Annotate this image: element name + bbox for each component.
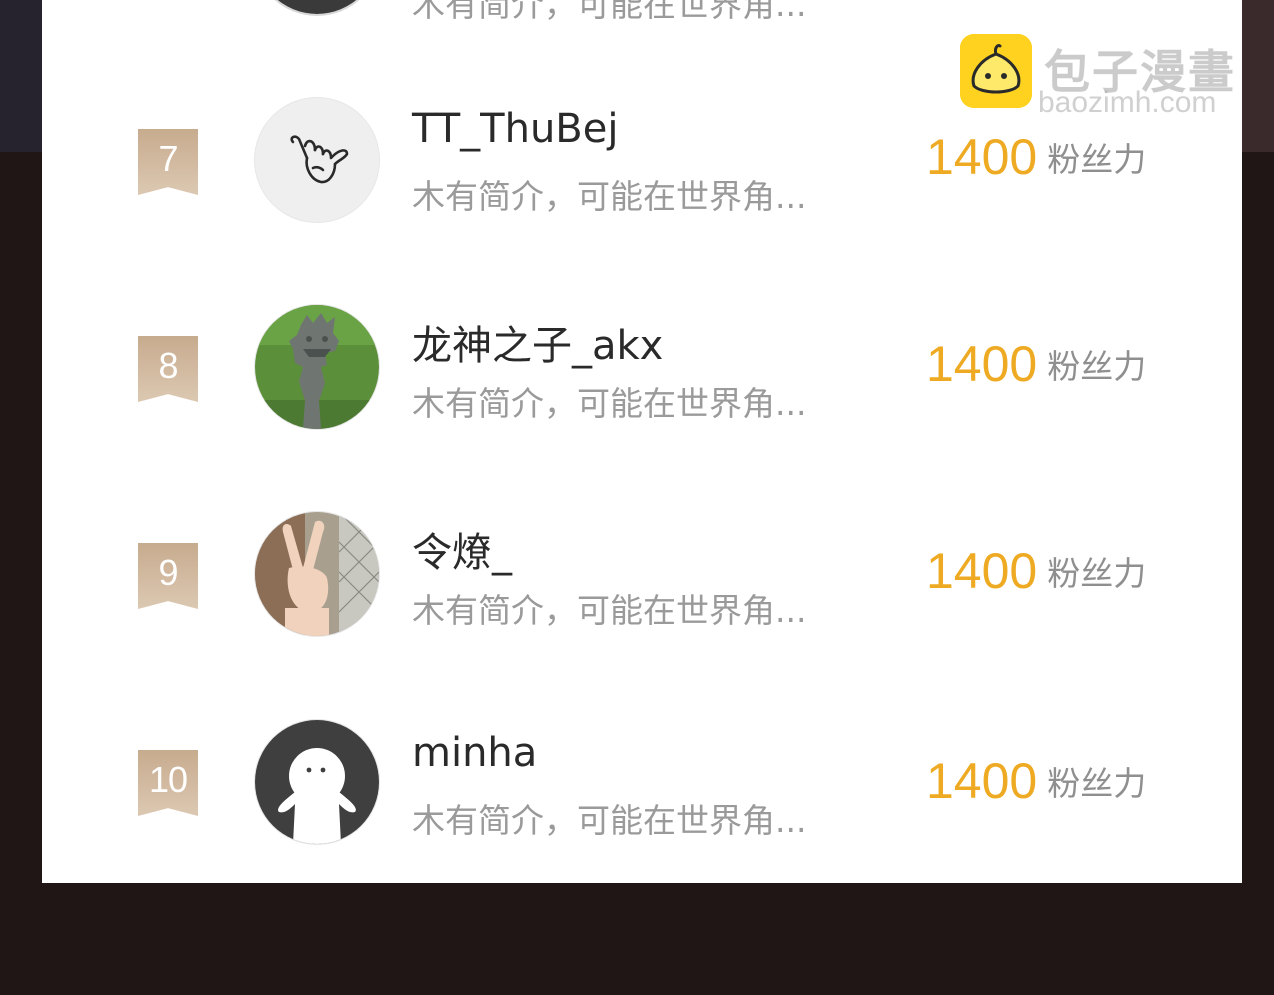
fan-power-score: 1400 粉丝力: [926, 752, 1146, 810]
fan-power-score: 1400 粉丝力: [926, 335, 1146, 393]
user-name[interactable]: 令燎_: [412, 520, 512, 578]
watermark-url: baozimh.com: [1038, 86, 1217, 119]
score-value: 1400: [926, 543, 1038, 599]
fan-power-score: 1400 粉丝力: [926, 542, 1146, 600]
previous-row-bio: 木有简介，可能在世界角...: [412, 0, 807, 24]
ghost-figure-icon[interactable]: [255, 720, 379, 844]
ranking-row[interactable]: 10 minha 木有简介，可能在世界角... 1400 粉丝力: [42, 720, 1242, 883]
score-label: 粉丝力: [1047, 554, 1147, 593]
user-name[interactable]: 龙神之子_akx: [412, 313, 663, 371]
rank-badge: 10: [138, 750, 198, 816]
score-value: 1400: [926, 129, 1038, 185]
score-value: 1400: [926, 336, 1038, 392]
rank-badge: 7: [138, 129, 198, 195]
ranking-row[interactable]: 8 龙神之子_akx 木有简介，可能在世界角... 1400 粉丝力: [42, 305, 1242, 512]
score-label: 粉丝力: [1047, 140, 1147, 179]
fan-power-score: 1400 粉丝力: [926, 128, 1146, 186]
user-bio: 木有简介，可能在世界角...: [412, 384, 807, 423]
watermark: 包子漫畫 baozimh.com: [958, 32, 1258, 122]
user-name[interactable]: minha: [412, 730, 537, 776]
rank-badge: 8: [138, 336, 198, 402]
ranking-row[interactable]: 9 令燎_ 木有简介，可能在世界角... 1400 粉丝力: [42, 512, 1242, 719]
ranking-row[interactable]: 7 TT_ThuBej 木有简介，可能在世界角... 1400 粉丝力: [42, 98, 1242, 305]
score-label: 粉丝力: [1047, 347, 1147, 386]
score-label: 粉丝力: [1047, 764, 1147, 803]
fan-ranking-panel: 木有简介，可能在世界角... 7 TT_ThuBej 木有简介，可能在世界角..…: [42, 0, 1242, 883]
peace-sign-hand-photo[interactable]: [255, 512, 379, 636]
user-bio: 木有简介，可能在世界角...: [412, 801, 807, 840]
user-bio: 木有简介，可能在世界角...: [412, 177, 807, 216]
rank-badge: 9: [138, 543, 198, 609]
score-value: 1400: [926, 753, 1038, 809]
previous-row-avatar[interactable]: [255, 0, 379, 14]
dragon-statue-photo[interactable]: [255, 305, 379, 429]
shaka-hand-icon[interactable]: [255, 98, 379, 222]
user-bio: 木有简介，可能在世界角...: [412, 591, 807, 630]
baozi-logo-icon: [960, 34, 1032, 108]
user-name[interactable]: TT_ThuBej: [412, 106, 618, 152]
